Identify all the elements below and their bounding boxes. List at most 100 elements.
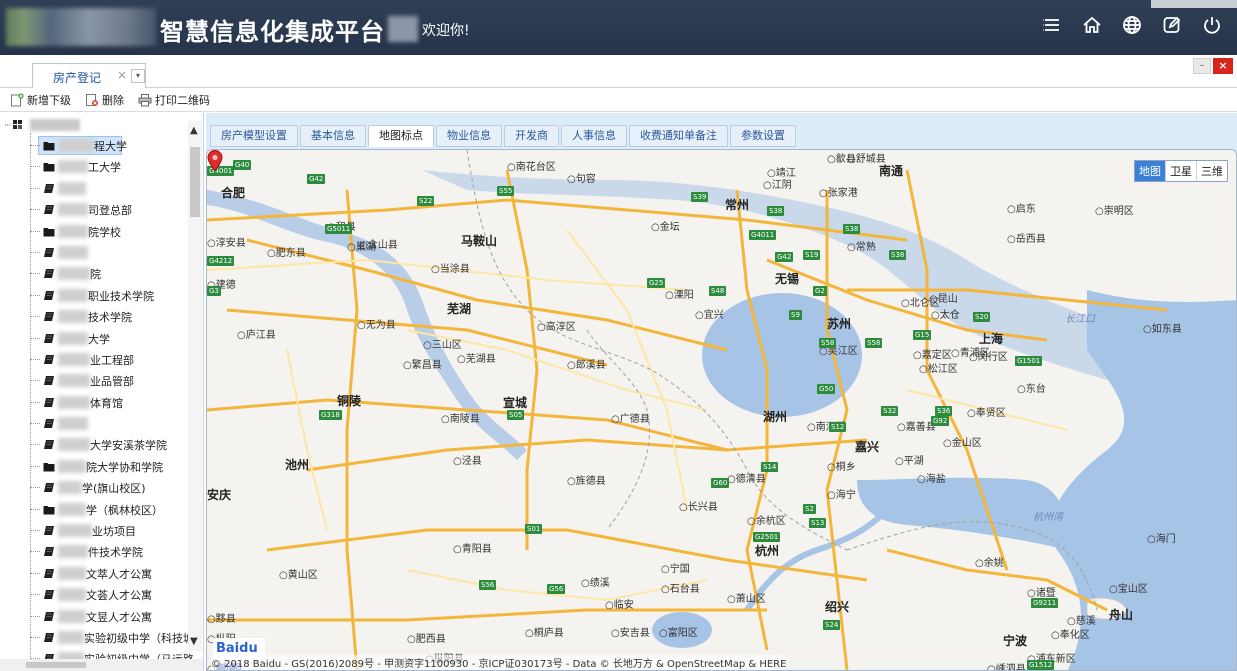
highway-shield: G56 [547,584,566,594]
location-pin-icon[interactable] [207,150,223,172]
tree-item[interactable]: 学(旗山校区) [0,477,188,498]
tree-label-redacted [58,224,88,238]
map-town-label: ○奉贤区 [967,408,1006,419]
highway-shield: S32 [881,406,899,416]
tree-item[interactable]: 技术学院 [0,306,188,327]
map-city-label: 铜陵 [337,394,362,408]
tree-item-label: 文萃人才公寓 [86,567,152,581]
map-town-label: ○芜湖县 [457,354,496,365]
globe-icon[interactable] [1121,14,1143,36]
tree-item[interactable] [0,413,188,434]
tree-item[interactable]: 院大学协和学院 [0,456,188,477]
map-city-label: 宁波 [1003,634,1028,648]
baidu-map[interactable]: 南通 常州 无锡 苏州 上海 湖州 嘉兴 杭州 绍兴 宁波 合肥 马鞍山 芜湖 宣城 铜陵 池州 安庆 舟山 ○南花… [206,149,1237,671]
tree-item[interactable]: 业品管部 [0,370,188,391]
tree-item-label: 业工程部 [90,353,134,367]
tree-item[interactable]: 体育馆 [0,392,188,413]
tree-connector [30,251,40,253]
highway-shield: G3 [207,286,221,296]
map-canvas[interactable] [207,150,1237,671]
tree-item[interactable] [0,178,188,199]
map-town-label: ○如东县 [1143,324,1182,335]
tree-item[interactable]: 实验初级中学（科技城 [0,627,194,648]
content-tab[interactable]: 基本信息 [300,125,366,147]
scroll-up-icon[interactable]: ▲ [190,125,198,136]
content-tab[interactable]: 地图标点 [368,125,434,147]
tree-item-label: 院学校 [88,225,121,239]
content-panel: 房产模型设置 基本信息 地图标点 物业信息 开发商 人事信息 收费通知单备注 参数设置 [206,113,1237,671]
tree-item[interactable]: 院学校 [0,221,188,242]
tree-item[interactable]: 件技术学院 [0,541,188,562]
tree-item-label: 技术学院 [88,311,132,325]
tree-vertical-scrollbar[interactable]: ▲ ▼ [188,121,202,651]
tree-item[interactable]: 大学安溪茶学院 [0,434,188,455]
corner-tag [1151,0,1237,8]
home-icon[interactable] [1081,14,1103,36]
tree-label-redacted [58,502,86,516]
power-icon[interactable] [1201,14,1223,36]
map-town-label: ○崇明区 [1095,206,1134,217]
tree-item[interactable]: 学（枫林校区） [0,499,188,520]
tree-item[interactable]: 院 [0,263,188,284]
tree-item[interactable]: 业工程部 [0,349,188,370]
tree-connector [30,380,40,382]
tree-item[interactable]: 文荟人才公寓 [0,584,188,605]
map-town-label: ○宁国 [661,564,690,575]
tab-property-registration[interactable]: 房产登记 × ▾ [32,63,146,89]
highway-shield: S48 [709,286,727,296]
map-town-label: ○海宁 [827,490,856,501]
print-qr-button[interactable]: 打印二维码 [138,92,210,108]
tree-item[interactable] [0,242,188,263]
tree-horizontal-scrollbar[interactable] [0,659,203,671]
edit-icon[interactable] [1161,14,1183,36]
tree-item-label: 文荟人才公寓 [86,589,152,603]
content-tab[interactable]: 人事信息 [561,125,627,147]
tree-item[interactable]: 职业技术学院 [0,285,188,306]
tree-item-label: 院大学协和学院 [86,460,163,474]
map-town-label: ○金山区 [943,438,982,449]
scroll-down-icon[interactable]: ▼ [190,636,198,647]
tab-menu-icon[interactable]: ▾ [131,69,145,83]
menu-icon[interactable] [1041,14,1063,36]
map-town-label: ○桐庐县 [525,628,564,639]
tree-item[interactable]: 程大学 [0,135,188,156]
tree-label-redacted [58,374,90,388]
tree-item[interactable]: 文萃人才公寓 [0,563,188,584]
tree-item[interactable]: 工大学 [0,156,188,177]
tree-item-label: 大学 [88,332,110,346]
add-child-button[interactable]: 新增下级 [10,92,71,108]
content-tab[interactable]: 物业信息 [436,125,502,147]
tree-item-label: 文昱人才公寓 [86,610,152,624]
highway-shield: G25 [647,278,666,288]
hscroll-thumb[interactable] [26,662,86,668]
content-tab[interactable]: 参数设置 [730,125,796,147]
tree-item[interactable]: 大学 [0,328,188,349]
delete-button[interactable]: 删除 [85,92,124,108]
folder-icon [43,163,55,172]
map-type-button[interactable]: 地图 [1135,161,1165,181]
content-tab[interactable]: 房产模型设置 [210,125,298,147]
welcome-text: 欢迎你! [422,23,470,39]
content-tab[interactable]: 开发商 [504,125,559,147]
map-type-switcher: 地图 卫星 三维 [1134,160,1228,182]
scrollbar-thumb[interactable] [190,147,200,217]
map-type-button[interactable]: 卫星 [1165,161,1196,181]
tree-connector [30,615,40,617]
tree-connector [30,465,40,467]
tree-item[interactable]: 司登总部 [0,199,188,220]
tree-root[interactable] [4,117,80,133]
building-node-icon [44,333,54,343]
map-town-label: ○海门 [1147,534,1176,545]
close-button[interactable]: × [1213,58,1233,74]
map-type-button[interactable]: 三维 [1196,161,1227,181]
tree-item[interactable]: 文昱人才公寓 [0,606,188,627]
highway-shield: S38 [843,224,861,234]
content-tab[interactable]: 收费通知单备注 [629,125,728,147]
highway-shield: G50 [817,384,836,394]
tab-close-icon[interactable]: × [117,68,127,82]
map-city-label: 安庆 [207,488,232,502]
minimize-button[interactable]: – [1193,58,1211,74]
tree-connector [30,551,40,553]
tab-label: 房产登记 [53,71,102,85]
tree-item[interactable]: 业坊项目 [0,520,188,541]
